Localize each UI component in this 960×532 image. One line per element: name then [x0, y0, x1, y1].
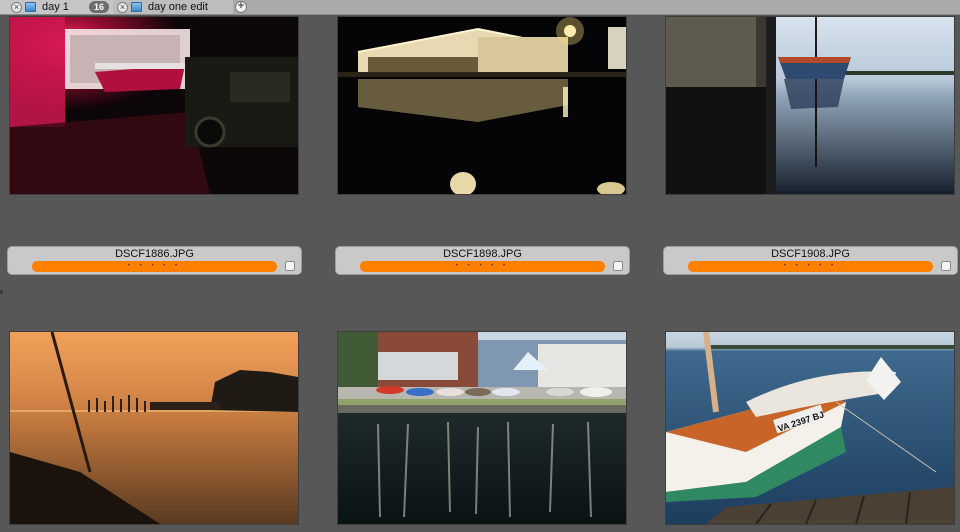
- count-badge: 16: [89, 1, 109, 13]
- plus-icon[interactable]: +: [235, 1, 247, 13]
- photo-caption-bar: DSCF1898.JPG • • • • •: [335, 246, 630, 275]
- photo-image: [338, 332, 626, 524]
- photo-image: [338, 17, 626, 194]
- photo-filename: DSCF1908.JPG: [771, 248, 850, 260]
- photo-thumbnail[interactable]: [666, 17, 954, 194]
- photo-thumbnail[interactable]: VA 2397 BJ: [666, 332, 954, 524]
- rating-bar[interactable]: • • • • •: [32, 261, 277, 272]
- close-icon[interactable]: ×: [11, 1, 22, 13]
- select-checkbox[interactable]: [285, 261, 295, 271]
- tab-day-1[interactable]: × day 1 16: [0, 0, 113, 14]
- tab-label: day one edit: [148, 1, 208, 13]
- scrollbar-marker: [0, 290, 3, 294]
- photo-caption-bar: DSCF1908.JPG • • • • •: [663, 246, 958, 275]
- select-checkbox[interactable]: [941, 261, 951, 271]
- photo-thumbnail[interactable]: [10, 332, 298, 524]
- photo-image: [666, 17, 954, 194]
- rating-bar[interactable]: • • • • •: [360, 261, 605, 272]
- tab-bar: × day 1 16 × day one edit +: [0, 0, 960, 15]
- photo-thumbnail[interactable]: [338, 332, 626, 524]
- tab-day-one-edit[interactable]: × day one edit: [113, 0, 233, 14]
- close-icon[interactable]: ×: [117, 1, 128, 13]
- photo-filename: DSCF1898.JPG: [443, 248, 522, 260]
- photo-caption-bar: DSCF1886.JPG • • • • •: [7, 246, 302, 275]
- photo-filename: DSCF1886.JPG: [115, 248, 194, 260]
- select-checkbox[interactable]: [613, 261, 623, 271]
- folder-icon: [131, 2, 142, 12]
- photo-image: [10, 332, 298, 524]
- photo-image: [10, 17, 298, 194]
- folder-icon: [25, 2, 36, 12]
- photo-image: VA 2397 BJ: [666, 332, 954, 524]
- rating-bar[interactable]: • • • • •: [688, 261, 933, 272]
- photo-thumbnail[interactable]: [10, 17, 298, 194]
- tab-label: day 1: [42, 1, 69, 13]
- photo-thumbnail[interactable]: [338, 17, 626, 194]
